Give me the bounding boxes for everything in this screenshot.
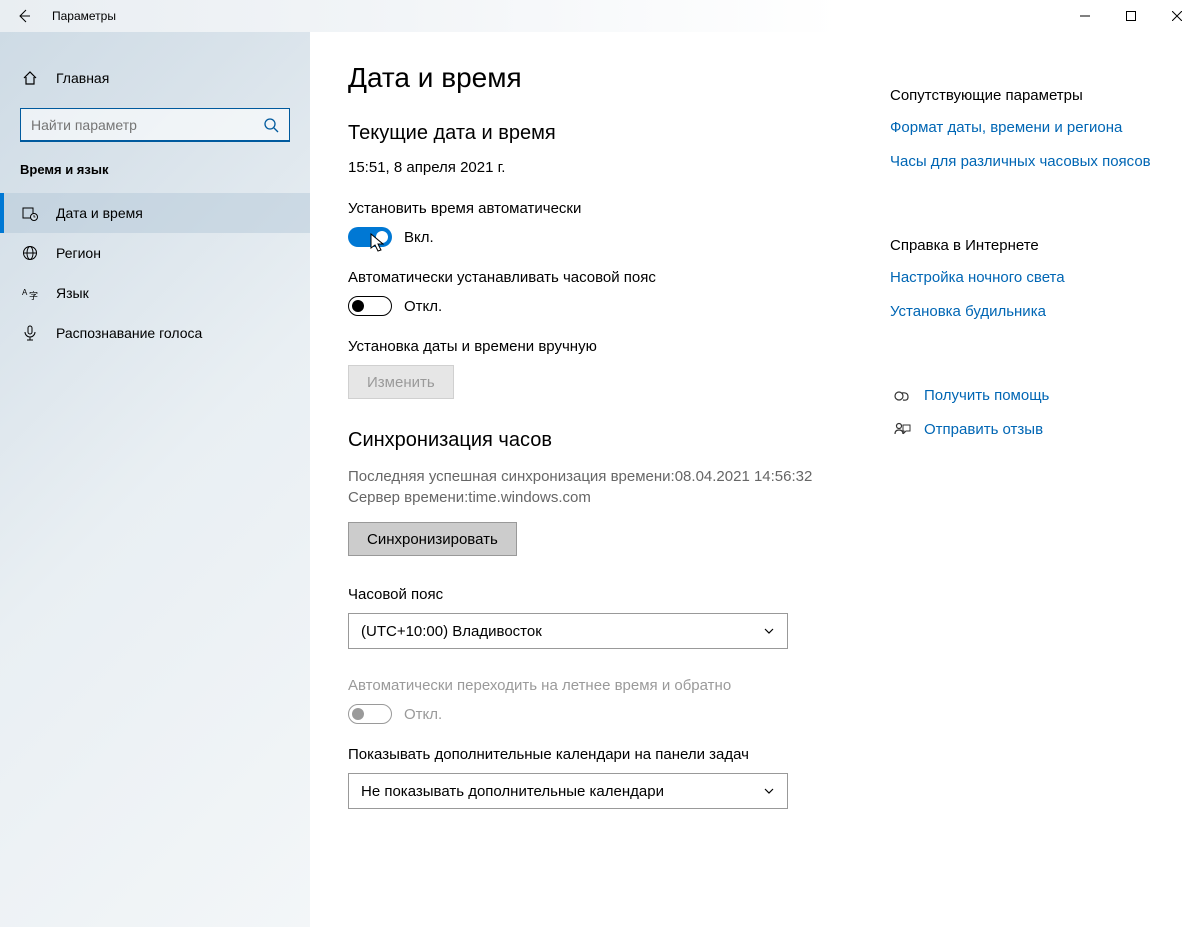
- change-datetime-button[interactable]: Изменить: [348, 365, 454, 399]
- sidebar-item-label: Язык: [56, 285, 89, 301]
- manual-datetime-label: Установка даты и времени вручную: [348, 338, 890, 355]
- search-input-container[interactable]: [20, 108, 290, 142]
- maximize-icon: [1126, 11, 1136, 21]
- sidebar: Главная Время и язык Дата и время Регион…: [0, 32, 310, 927]
- sync-last-success: Последняя успешная синхронизация времени…: [348, 466, 890, 487]
- link-night-light[interactable]: Настройка ночного света: [890, 268, 1160, 288]
- sync-heading: Синхронизация часов: [348, 429, 890, 452]
- auto-tz-label: Автоматически устанавливать часовой пояс: [348, 269, 890, 286]
- link-additional-clocks[interactable]: Часы для различных часовых поясов: [890, 152, 1160, 172]
- microphone-icon: [20, 325, 40, 341]
- home-icon: [20, 70, 40, 86]
- auto-tz-toggle[interactable]: [348, 296, 392, 316]
- chevron-down-icon: [763, 785, 775, 797]
- timezone-value: (UTC+10:00) Владивосток: [361, 623, 542, 640]
- additional-calendars-value: Не показывать дополнительные календари: [361, 783, 664, 800]
- home-link[interactable]: Главная: [0, 60, 310, 96]
- page-title: Дата и время: [348, 62, 890, 94]
- minimize-icon: [1080, 11, 1090, 21]
- arrow-left-icon: [17, 9, 31, 23]
- auto-time-state: Вкл.: [404, 229, 434, 246]
- home-label: Главная: [56, 70, 109, 86]
- sidebar-item-speech[interactable]: Распознавание голоса: [0, 313, 310, 353]
- additional-calendars-dropdown[interactable]: Не показывать дополнительные календари: [348, 773, 788, 809]
- auto-time-label: Установить время автоматически: [348, 200, 890, 217]
- calendar-clock-icon: [20, 205, 40, 221]
- link-get-help[interactable]: Получить помощь: [924, 386, 1049, 406]
- current-datetime-value: 15:51, 8 апреля 2021 г.: [348, 159, 890, 176]
- related-settings-heading: Сопутствующие параметры: [890, 87, 1160, 104]
- svg-text:A: A: [22, 288, 28, 297]
- search-icon: [263, 117, 279, 133]
- sidebar-item-label: Дата и время: [56, 205, 143, 221]
- sidebar-item-label: Распознавание голоса: [56, 325, 202, 341]
- chevron-down-icon: [763, 625, 775, 637]
- back-button[interactable]: [0, 0, 48, 32]
- auto-time-toggle[interactable]: [348, 227, 392, 247]
- close-button[interactable]: [1154, 0, 1200, 32]
- globe-icon: [20, 245, 40, 261]
- additional-calendars-label: Показывать дополнительные календари на п…: [348, 746, 890, 763]
- help-icon: [890, 387, 914, 405]
- link-alarm[interactable]: Установка будильника: [890, 302, 1160, 322]
- search-input[interactable]: [31, 117, 263, 133]
- sidebar-item-datetime[interactable]: Дата и время: [0, 193, 310, 233]
- minimize-button[interactable]: [1062, 0, 1108, 32]
- sidebar-item-region[interactable]: Регион: [0, 233, 310, 273]
- web-help-heading: Справка в Интернете: [890, 237, 1160, 254]
- dst-toggle: [348, 704, 392, 724]
- timezone-dropdown[interactable]: (UTC+10:00) Владивосток: [348, 613, 788, 649]
- sidebar-item-language[interactable]: A字 Язык: [0, 273, 310, 313]
- feedback-icon: [890, 421, 914, 439]
- auto-tz-state: Откл.: [404, 298, 442, 315]
- dst-label: Автоматически переходить на летнее время…: [348, 677, 890, 694]
- current-datetime-heading: Текущие дата и время: [348, 122, 890, 145]
- sync-server: Сервер времени:time.windows.com: [348, 487, 890, 508]
- timezone-label: Часовой пояс: [348, 586, 890, 603]
- category-title: Время и язык: [0, 162, 310, 193]
- link-date-format[interactable]: Формат даты, времени и региона: [890, 118, 1160, 138]
- link-send-feedback[interactable]: Отправить отзыв: [924, 420, 1043, 440]
- sync-now-button[interactable]: Синхронизировать: [348, 522, 517, 556]
- svg-text:字: 字: [29, 290, 38, 301]
- window-title: Параметры: [52, 9, 116, 23]
- dst-state: Откл.: [404, 706, 442, 723]
- sidebar-item-label: Регион: [56, 245, 101, 261]
- maximize-button[interactable]: [1108, 0, 1154, 32]
- close-icon: [1172, 11, 1182, 21]
- language-icon: A字: [20, 285, 40, 301]
